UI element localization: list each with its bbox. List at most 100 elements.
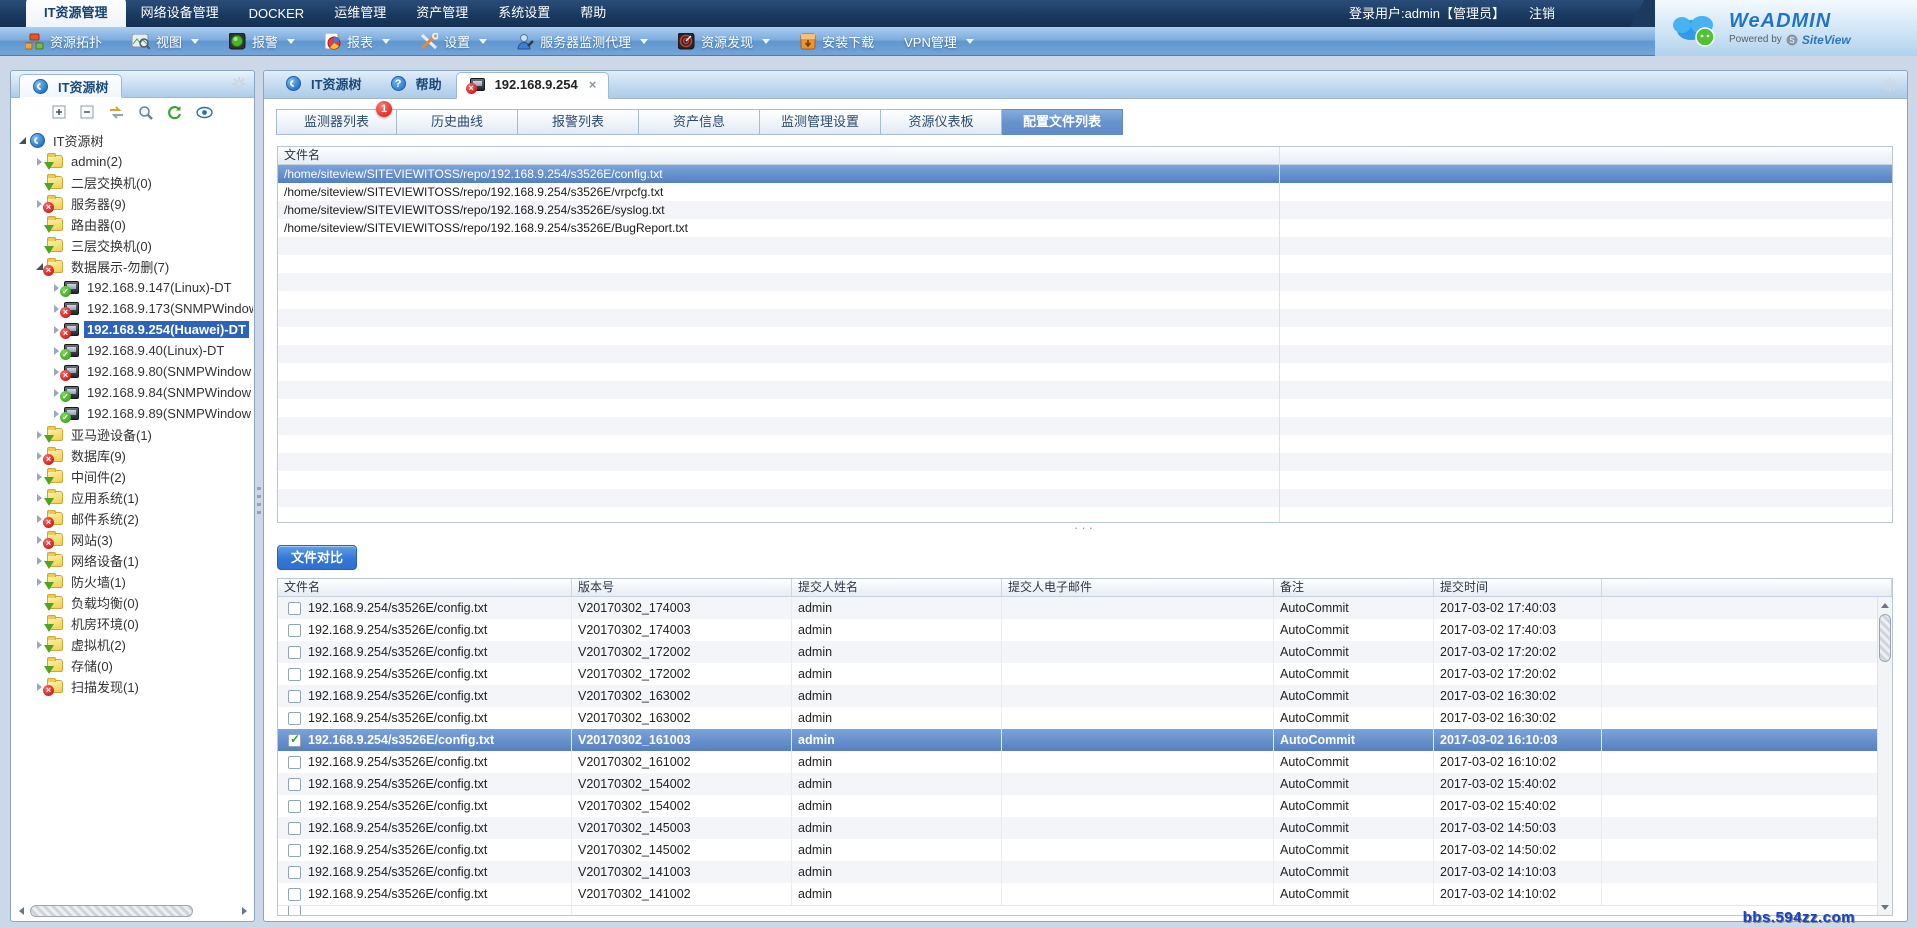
tree-item[interactable]: admin(2) (12, 151, 253, 172)
row-checkbox[interactable] (288, 888, 301, 901)
alarm-button[interactable]: 报警 (214, 32, 310, 51)
tree-item[interactable]: 192.168.9.254(Huawei)-DT (12, 319, 253, 340)
tree-item[interactable]: 应用系统(1) (12, 487, 253, 508)
version-row[interactable]: 192.168.9.254/s3526E/config.txtV20170302… (278, 883, 1892, 905)
scrollbar-thumb[interactable] (30, 905, 193, 917)
scrollbar-thumb[interactable] (1879, 614, 1891, 662)
subtab-monitor-settings[interactable]: 监测管理设置 (760, 109, 881, 135)
row-checkbox[interactable] (288, 690, 301, 703)
discovery-button[interactable]: 资源发现 (663, 32, 785, 51)
version-row[interactable]: 192.168.9.254/s3526E/config.txtV20170302… (278, 685, 1892, 707)
panel-splitter-grip[interactable] (257, 487, 261, 517)
table-vertical-scrollbar[interactable] (1877, 597, 1892, 915)
tree-item[interactable]: 邮件系统(2) (12, 508, 253, 529)
file-path-row[interactable]: /home/siteview/SITEVIEWITOSS/repo/192.16… (278, 219, 1892, 237)
version-row[interactable]: 192.168.9.254/s3526E/config.txtV20170302… (278, 861, 1892, 883)
gear-icon[interactable] (232, 77, 246, 91)
tree-item[interactable]: 192.168.9.84(SNMPWindow (12, 382, 253, 403)
version-row[interactable]: 192.168.9.254/s3526E/config.txtV20170302… (278, 817, 1892, 839)
tab-it-resource-tree[interactable]: IT资源树 (271, 70, 376, 98)
subtab-asset-info[interactable]: 资产信息 (639, 109, 760, 135)
search-icon[interactable] (138, 105, 154, 120)
scroll-left-arrow-icon[interactable] (14, 905, 28, 918)
tree-item[interactable]: 扫描发现(1) (12, 676, 253, 697)
subtab-config-file-list[interactable]: 配置文件列表 (1002, 109, 1123, 135)
tree-item[interactable]: 机房环境(0) (12, 613, 253, 634)
view-button[interactable]: 视图 (117, 32, 214, 51)
tree-item[interactable]: 数据库(9) (12, 445, 253, 466)
install-download-button[interactable]: 安装下载 (785, 32, 889, 51)
tree-item[interactable]: 存储(0) (12, 655, 253, 676)
row-checkbox[interactable] (288, 756, 301, 769)
tree-item[interactable]: 192.168.9.40(Linux)-DT (12, 340, 253, 361)
version-row[interactable]: 192.168.9.254/s3526E/config.txtV20170302… (278, 641, 1892, 663)
scroll-up-arrow-icon[interactable] (1878, 598, 1892, 612)
eye-icon[interactable] (196, 106, 213, 119)
version-row[interactable]: 192.168.9.254/s3526E/config.txtV20170302… (278, 773, 1892, 795)
vpn-button[interactable]: VPN管理 (889, 32, 989, 51)
tree-expand-arrow-icon[interactable] (16, 137, 29, 144)
version-row[interactable]: 192.168.9.254/s3526E/config.txtV20170302… (278, 707, 1892, 729)
version-row[interactable]: 192.168.9.254/s3526E/config.txtV20170302… (278, 619, 1892, 641)
row-checkbox[interactable] (288, 844, 301, 857)
menu-item-ops[interactable]: 运维管理 (319, 0, 401, 27)
tree-item[interactable]: 数据展示-勿删(7) (12, 256, 253, 277)
logout-link[interactable]: 注销 (1529, 3, 1555, 22)
scroll-down-arrow-icon[interactable] (1878, 900, 1892, 914)
tree-item[interactable]: 192.168.9.80(SNMPWindow (12, 361, 253, 382)
menu-item-help[interactable]: 帮助 (565, 0, 621, 27)
tree-item[interactable]: 网站(3) (12, 529, 253, 550)
row-checkbox[interactable] (288, 906, 301, 916)
file-path-row[interactable]: /home/siteview/SITEVIEWITOSS/repo/192.16… (278, 165, 1892, 183)
tree-item[interactable]: 192.168.9.89(SNMPWindow (12, 403, 253, 424)
row-checkbox[interactable] (288, 734, 301, 747)
menu-item-asset[interactable]: 资产管理 (401, 0, 483, 27)
tab-device-192-168-9-254[interactable]: 192.168.9.254 × (456, 72, 610, 99)
version-row[interactable]: 192.168.9.254/s3526E/config.txtV20170302… (278, 729, 1892, 751)
collapse-all-icon[interactable] (80, 105, 95, 120)
row-checkbox[interactable] (288, 822, 301, 835)
tree-item[interactable]: IT资源树 (12, 130, 253, 151)
row-checkbox[interactable] (288, 646, 301, 659)
tree-item[interactable]: 中间件(2) (12, 466, 253, 487)
subtab-history-curve[interactable]: 历史曲线 (397, 109, 518, 135)
scrollbar-track[interactable] (28, 905, 237, 918)
settings-button[interactable]: 设置 (405, 32, 502, 51)
version-row[interactable]: 192.168.9.254/s3526E/config.txtV20170302… (278, 663, 1892, 685)
tree-item[interactable]: 防火墙(1) (12, 571, 253, 592)
tree-item[interactable]: 网络设备(1) (12, 550, 253, 571)
tab-help[interactable]: 帮助 (376, 70, 456, 98)
tree-item[interactable]: 服务器(9) (12, 193, 253, 214)
server-agent-button[interactable]: 服务器监测代理 (502, 32, 663, 51)
row-checkbox[interactable] (288, 602, 301, 615)
report-button[interactable]: 报表 (310, 32, 405, 51)
version-row[interactable]: 192.168.9.254/s3526E/config.txtV20170302… (278, 795, 1892, 817)
version-row[interactable]: 192.168.9.254/s3526E/config.txtV20170302… (278, 839, 1892, 861)
topology-button[interactable]: 资源拓扑 (10, 32, 117, 51)
menu-item-it-resource[interactable]: IT资源管理 (26, 0, 126, 27)
locate-node-icon[interactable] (108, 105, 125, 120)
file-path-row[interactable]: /home/siteview/SITEVIEWITOSS/repo/192.16… (278, 183, 1892, 201)
subtab-resource-dashboard[interactable]: 资源仪表板 (881, 109, 1002, 135)
row-checkbox[interactable] (288, 624, 301, 637)
tree-item[interactable]: 虚拟机(2) (12, 634, 253, 655)
tree-item[interactable]: 亚马逊设备(1) (12, 424, 253, 445)
tree-horizontal-scrollbar[interactable] (14, 904, 251, 918)
expand-all-icon[interactable] (52, 105, 67, 120)
row-checkbox[interactable] (288, 712, 301, 725)
row-checkbox[interactable] (288, 800, 301, 813)
gear-icon[interactable] (1883, 78, 1897, 92)
menu-item-network-device[interactable]: 网络设备管理 (126, 0, 234, 27)
version-row[interactable]: 192.168.9.254/s3526E/config.txtV20170302… (278, 751, 1892, 773)
menu-item-docker[interactable]: DOCKER (234, 1, 320, 27)
row-checkbox[interactable] (288, 778, 301, 791)
scroll-right-arrow-icon[interactable] (237, 905, 251, 918)
row-checkbox[interactable] (288, 668, 301, 681)
tree-item[interactable]: 路由器(0) (12, 214, 253, 235)
file-compare-button[interactable]: 文件对比 (277, 545, 357, 570)
tree-item[interactable]: 负载均衡(0) (12, 592, 253, 613)
horizontal-splitter[interactable]: ··· (277, 523, 1893, 539)
tree-item[interactable]: 192.168.9.173(SNMPWindow (12, 298, 253, 319)
version-row[interactable]: 192.168.9.254/s3526E/config.txtV20170302… (278, 597, 1892, 619)
tree-item[interactable]: 192.168.9.147(Linux)-DT (12, 277, 253, 298)
